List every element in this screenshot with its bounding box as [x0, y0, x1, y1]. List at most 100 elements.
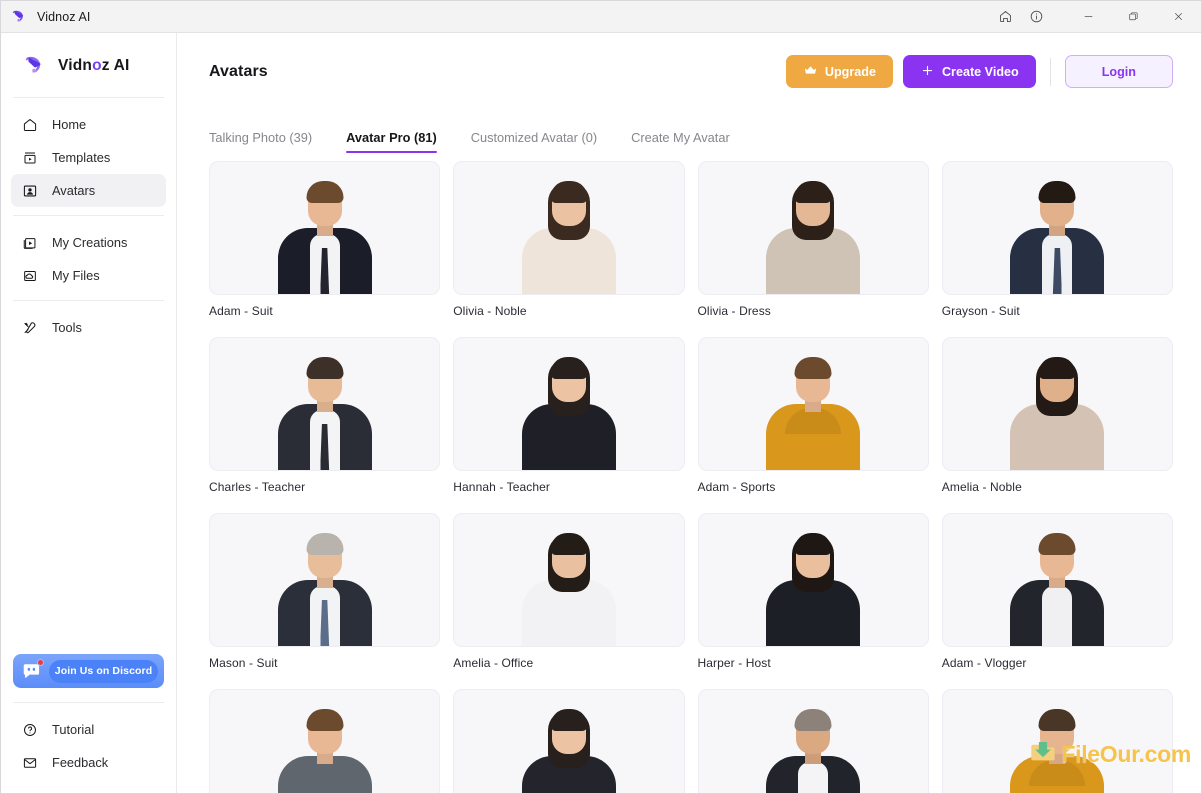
avatar-grid: Adam - Suit Olivia - Noble Olivia - Dress G… — [209, 161, 1173, 793]
tab-create-my-avatar[interactable]: Create My Avatar — [631, 130, 730, 153]
avatar-card[interactable]: Adam - Suit — [209, 161, 441, 337]
create-video-button[interactable]: Create Video — [902, 55, 1036, 88]
page-header: Avatars Upgrade Create Video Login — [177, 33, 1201, 111]
avatar-hair — [1038, 181, 1076, 203]
sidebar-item-label: Tools — [52, 320, 82, 335]
close-button[interactable] — [1156, 1, 1201, 33]
login-button[interactable]: Login — [1064, 55, 1173, 88]
avatar-card[interactable]: Olivia - Noble — [453, 161, 685, 337]
tab-avatar-pro[interactable]: Avatar Pro (81) — [346, 130, 437, 153]
avatar-thumbnail[interactable] — [453, 513, 685, 647]
avatar-card-label: Olivia - Noble — [453, 304, 527, 318]
avatar-thumbnail[interactable] — [697, 689, 929, 793]
avatar-icon — [21, 182, 38, 199]
avatar-card[interactable]: Amelia - Noble — [941, 337, 1173, 513]
avatar-thumbnail[interactable] — [941, 689, 1173, 793]
envelope-icon — [21, 754, 38, 771]
title-bar-controls — [990, 1, 1201, 33]
login-label: Login — [1101, 64, 1136, 79]
avatar-figure — [753, 704, 873, 793]
avatar-thumbnail[interactable] — [697, 161, 929, 295]
avatar-hair — [550, 533, 588, 555]
avatar-hair — [1038, 709, 1076, 731]
avatar-card[interactable]: Harper - Host — [697, 513, 929, 689]
avatar-card-label: Mason - Suit — [209, 656, 278, 670]
sidebar-item-my-creations[interactable]: My Creations — [11, 226, 166, 259]
avatar-thumbnail[interactable] — [697, 337, 929, 471]
upgrade-button[interactable]: Upgrade — [785, 55, 893, 88]
avatar-hair — [306, 357, 344, 379]
avatar-thumbnail[interactable] — [209, 337, 441, 471]
avatar-card[interactable]: Charles - Teacher — [209, 337, 441, 513]
avatar-figure — [997, 176, 1117, 294]
info-icon[interactable] — [1021, 1, 1052, 33]
vidnoz-logo-icon — [23, 53, 49, 79]
avatar-hair — [1038, 357, 1076, 379]
sidebar: Vidnoz AI Home Templates Avatars My Crea… — [1, 33, 177, 793]
avatar-grid-container[interactable]: Adam - Suit Olivia - Noble Olivia - Dress G… — [177, 153, 1201, 793]
avatar-figure — [997, 352, 1117, 470]
sidebar-item-label: My Files — [52, 268, 100, 283]
avatar-thumbnail[interactable] — [453, 161, 685, 295]
cloud-file-icon — [21, 267, 38, 284]
avatar-card[interactable]: Mason - Suit — [209, 513, 441, 689]
avatar-thumbnail[interactable] — [941, 161, 1173, 295]
home-icon[interactable] — [990, 1, 1021, 33]
avatar-figure — [265, 704, 385, 793]
minimize-button[interactable] — [1066, 1, 1111, 33]
avatar-hair — [550, 181, 588, 203]
title-bar-brand: Vidnoz AI — [1, 8, 91, 26]
avatar-card[interactable]: Amelia - Office — [453, 513, 685, 689]
avatar-hair — [550, 709, 588, 731]
sidebar-item-home[interactable]: Home — [11, 108, 166, 141]
sidebar-item-my-files[interactable]: My Files — [11, 259, 166, 292]
join-discord-button[interactable]: Join Us on Discord — [13, 654, 164, 688]
avatar-card[interactable]: Jacob - Hoodie — [941, 689, 1173, 793]
avatar-figure — [509, 704, 629, 793]
avatar-thumbnail[interactable] — [697, 513, 929, 647]
sidebar-item-feedback[interactable]: Feedback — [11, 746, 166, 779]
avatar-thumbnail[interactable] — [209, 161, 441, 295]
sidebar-item-tools[interactable]: Tools — [11, 311, 166, 344]
avatar-thumbnail[interactable] — [941, 337, 1173, 471]
avatar-card[interactable]: Adam - Shirt — [209, 689, 441, 793]
tab-customized-avatar[interactable]: Customized Avatar (0) — [471, 130, 597, 153]
sidebar-nav-library: My Creations My Files — [11, 216, 166, 300]
avatar-card-label: Olivia - Dress — [697, 304, 771, 318]
home-icon — [21, 116, 38, 133]
avatar-card-label: Amelia - Office — [453, 656, 534, 670]
avatar-figure — [997, 704, 1117, 793]
avatar-thumbnail[interactable] — [453, 689, 685, 793]
join-discord-label: Join Us on Discord — [49, 659, 158, 683]
avatar-card[interactable]: Olivia - Dress — [697, 161, 929, 337]
create-video-label: Create Video — [941, 64, 1019, 79]
avatar-card[interactable]: Adam - Sports — [697, 337, 929, 513]
avatar-thumbnail[interactable] — [209, 689, 441, 793]
header-actions: Upgrade Create Video Login — [785, 55, 1173, 88]
question-circle-icon — [21, 721, 38, 738]
avatar-card[interactable]: Adam - Vlogger — [941, 513, 1173, 689]
avatar-hair — [1038, 533, 1076, 555]
avatar-hair — [306, 181, 344, 203]
sidebar-item-tutorial[interactable]: Tutorial — [11, 713, 166, 746]
avatar-card[interactable]: Grayson - Suit — [941, 161, 1173, 337]
discord-icon — [21, 659, 44, 682]
sidebar-item-templates[interactable]: Templates — [11, 141, 166, 174]
avatar-thumbnail[interactable] — [209, 513, 441, 647]
avatar-card-label: Adam - Sports — [697, 480, 776, 494]
tab-talking-photo[interactable]: Talking Photo (39) — [209, 130, 312, 153]
sidebar-item-label: Feedback — [52, 755, 109, 770]
avatar-card[interactable]: Hannah - Teacher — [453, 337, 685, 513]
sidebar-item-avatars[interactable]: Avatars — [11, 174, 166, 207]
avatar-card[interactable]: Jeffrey - Business — [697, 689, 929, 793]
maximize-button[interactable] — [1111, 1, 1156, 33]
sidebar-nav-tools: Tools — [11, 301, 166, 352]
sidebar-brand-name: Vidnoz AI — [58, 57, 130, 74]
sidebar-nav-support: Tutorial Feedback — [11, 703, 166, 793]
avatar-thumbnail[interactable] — [453, 337, 685, 471]
avatar-figure — [753, 352, 873, 470]
avatar-card[interactable]: Hannah - Staff — [453, 689, 685, 793]
avatar-thumbnail[interactable] — [941, 513, 1173, 647]
avatar-figure — [753, 528, 873, 646]
